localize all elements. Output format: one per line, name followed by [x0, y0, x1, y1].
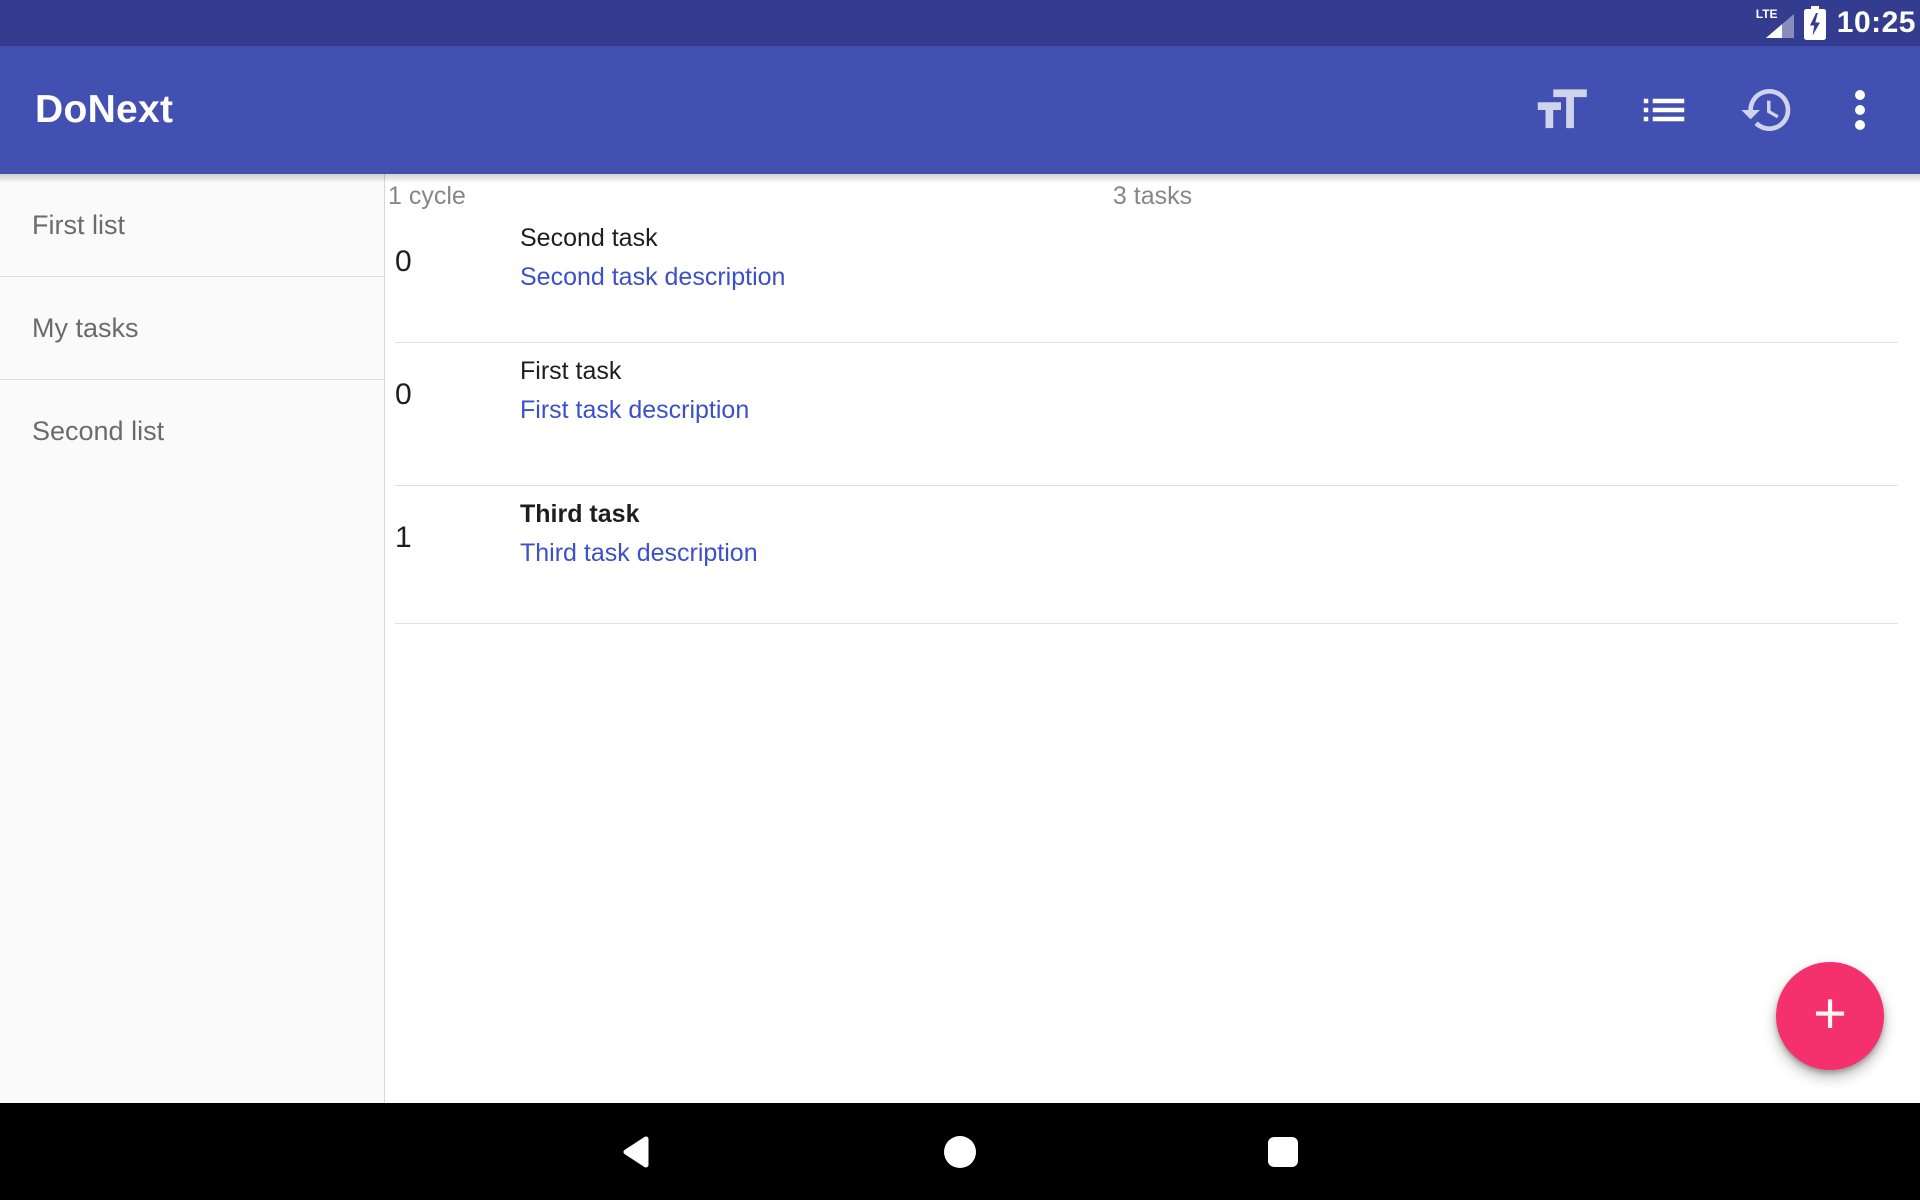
recents-icon	[1266, 1135, 1300, 1169]
list-view-button[interactable]	[1636, 46, 1692, 174]
list-header: 1 cycle 3 tasks	[385, 174, 1920, 210]
recents-button[interactable]	[1266, 1135, 1300, 1169]
sidebar-item-label: My tasks	[32, 313, 139, 344]
task-description: Second task description	[520, 261, 1920, 294]
android-nav-bar	[0, 1103, 1920, 1200]
home-button[interactable]	[943, 1135, 977, 1169]
task-title: First task	[520, 355, 1920, 388]
overflow-menu-button[interactable]	[1838, 46, 1882, 174]
task-row-third-task[interactable]: 1 Third task Third task description	[385, 486, 1920, 624]
sidebar-item-first-list[interactable]: First list	[0, 174, 384, 277]
status-bar-right-cluster: LTE 10:25	[1756, 0, 1916, 46]
task-list: 1 cycle 3 tasks 0 Second task Second tas…	[385, 174, 1920, 1103]
overflow-menu-icon	[1854, 89, 1866, 131]
sidebar: First list My tasks Second list	[0, 174, 385, 1103]
history-button[interactable]	[1738, 46, 1796, 174]
task-cycle-count: 0	[395, 377, 412, 413]
add-task-fab[interactable]: +	[1776, 962, 1884, 1070]
format-size-icon	[1530, 79, 1592, 141]
status-bar: LTE 10:25	[0, 0, 1920, 46]
task-count-label: 3 tasks	[1113, 182, 1192, 211]
sidebar-item-label: First list	[32, 210, 125, 241]
list-icon	[1637, 83, 1691, 137]
signal-triangle-icon	[1766, 14, 1794, 38]
task-description: First task description	[520, 394, 1920, 427]
battery-charging-icon	[1803, 6, 1827, 40]
task-row-second-task[interactable]: 0 Second task Second task description	[385, 210, 1920, 343]
page-title: DoNext	[35, 88, 173, 132]
app-bar: DoNext	[0, 46, 1920, 174]
task-description: Third task description	[520, 537, 1920, 570]
task-cycle-count: 1	[395, 520, 412, 556]
screen: LTE 10:25 DoNext	[0, 0, 1920, 1200]
clock: 10:25	[1837, 6, 1916, 40]
task-cycle-count: 0	[395, 244, 412, 280]
task-title: Second task	[520, 222, 1920, 255]
sidebar-item-second-list[interactable]: Second list	[0, 380, 384, 483]
plus-icon: +	[1813, 985, 1847, 1043]
format-size-button[interactable]	[1528, 46, 1594, 174]
task-row-first-task[interactable]: 0 First task First task description	[385, 343, 1920, 486]
cycle-count-label: 1 cycle	[388, 182, 466, 211]
sidebar-item-my-tasks[interactable]: My tasks	[0, 277, 384, 380]
history-icon	[1739, 82, 1795, 138]
sidebar-item-label: Second list	[32, 416, 164, 447]
home-icon	[943, 1135, 977, 1169]
task-title: Third task	[520, 498, 1920, 531]
back-button[interactable]	[619, 1135, 653, 1169]
main-area: First list My tasks Second list 1 cycle …	[0, 174, 1920, 1103]
lte-signal-icon: LTE	[1756, 8, 1794, 38]
back-icon	[619, 1135, 653, 1169]
